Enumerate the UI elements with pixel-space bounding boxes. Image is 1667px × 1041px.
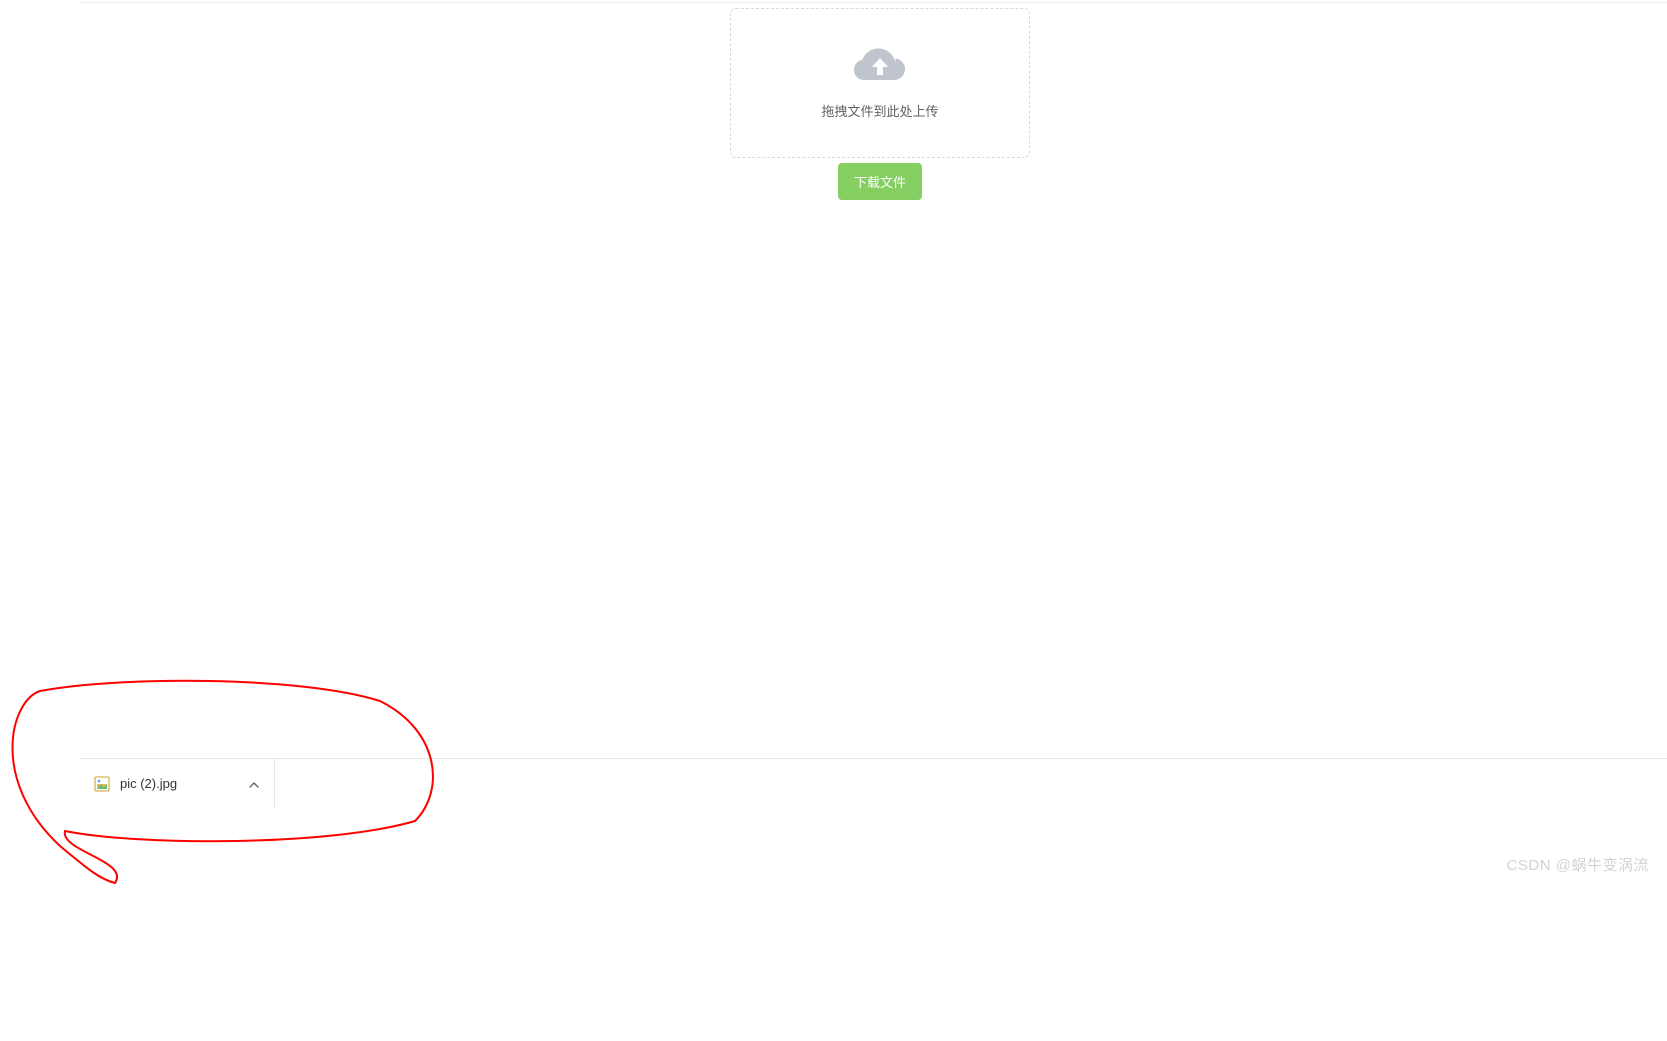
top-divider <box>80 2 1667 3</box>
upload-hint-text: 拖拽文件到此处上传 <box>821 101 938 120</box>
download-item-filename: pic (2).jpg <box>120 776 177 791</box>
jpg-file-icon <box>94 776 110 792</box>
cloud-upload-icon <box>854 47 906 87</box>
csdn-watermark: CSDN @蜗牛变涡流 <box>1507 854 1649 875</box>
upload-dropzone[interactable]: 拖拽文件到此处上传 <box>730 8 1030 158</box>
download-file-button[interactable]: 下载文件 <box>838 163 922 200</box>
browser-downloads-bar: pic (2).jpg <box>80 758 1667 808</box>
download-item[interactable]: pic (2).jpg <box>80 759 275 808</box>
chevron-up-icon[interactable] <box>248 778 260 790</box>
